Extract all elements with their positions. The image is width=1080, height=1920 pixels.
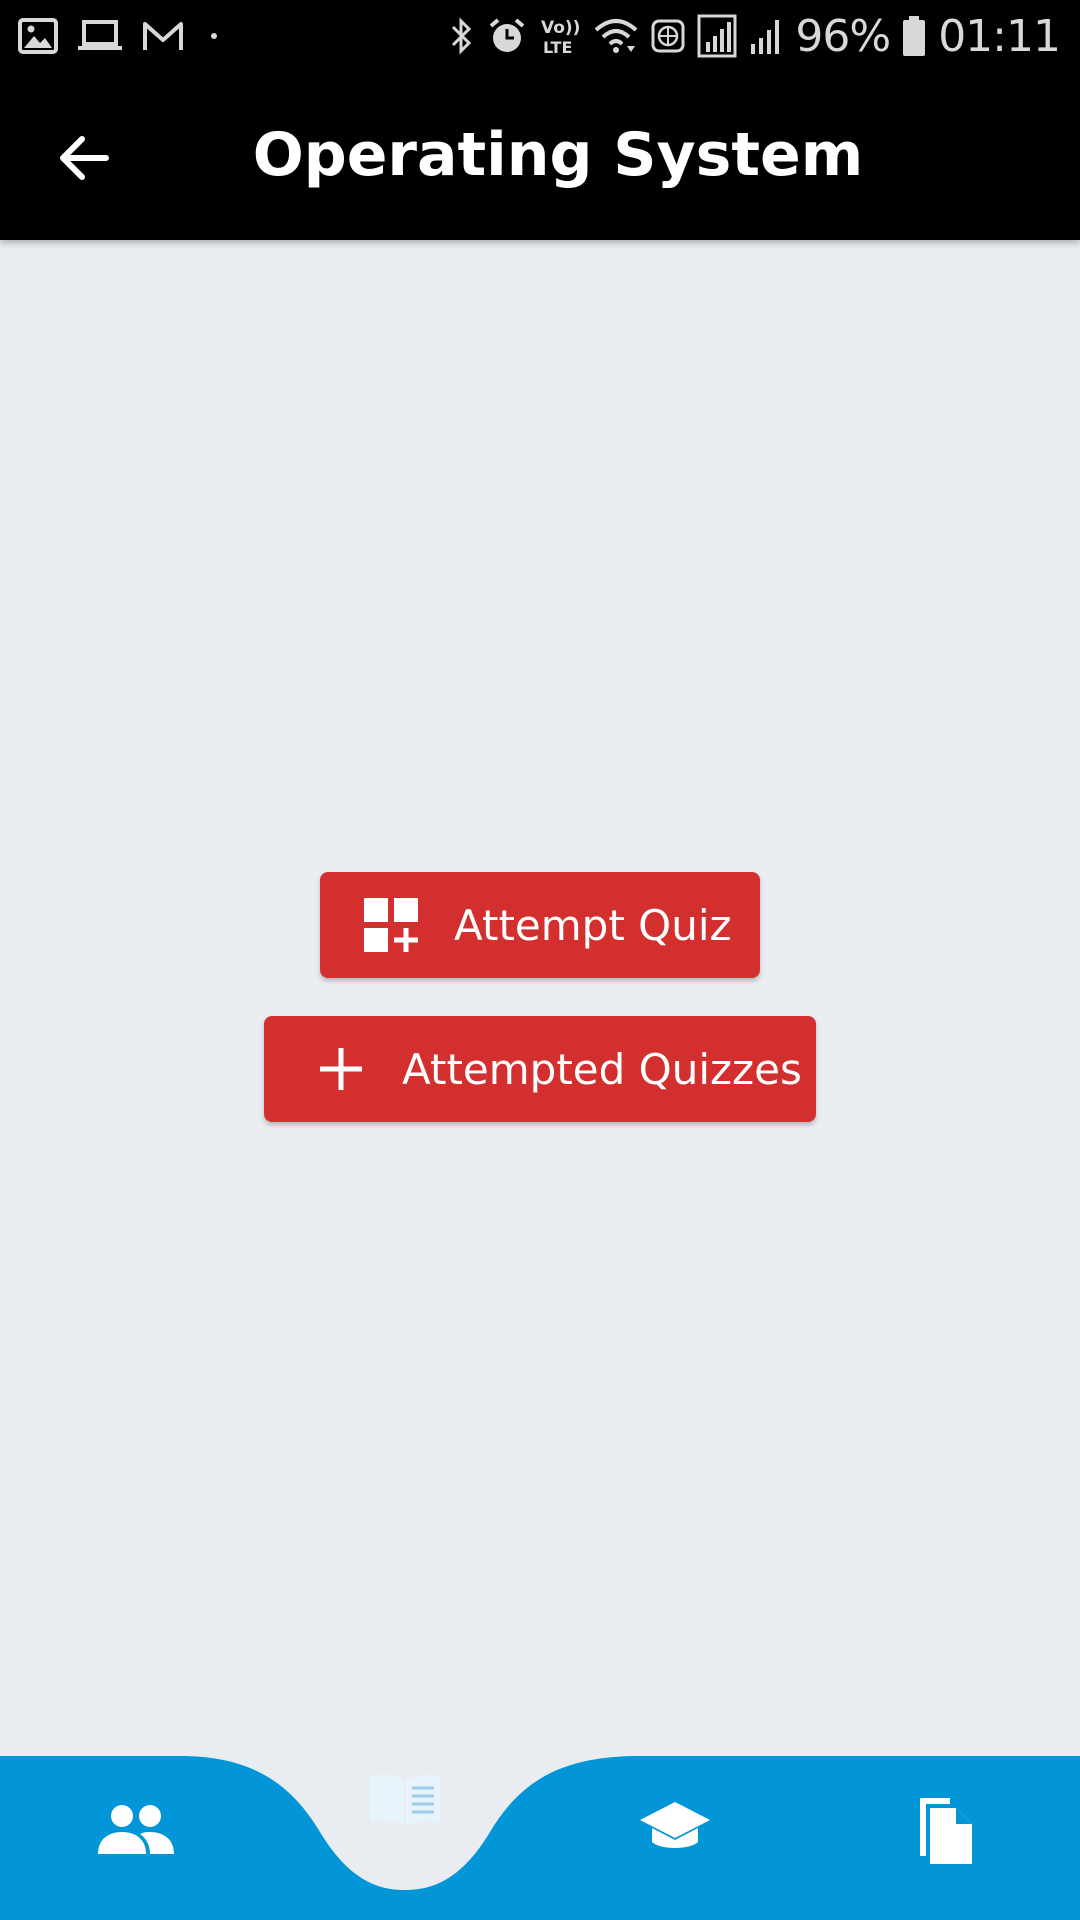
page-title: Operating System <box>252 120 864 190</box>
dashboard-add-icon <box>364 896 422 954</box>
alarm-icon <box>490 18 525 52</box>
book-icon <box>370 1774 440 1826</box>
laptop-icon <box>78 20 122 50</box>
attempted-quizzes-button[interactable]: Attempted Quizzes <box>264 1016 816 1122</box>
people-icon <box>98 1805 174 1854</box>
nav-item-documents[interactable] <box>910 1792 976 1868</box>
svg-text:LTE: LTE <box>543 38 572 56</box>
volte-icon: Vo)) LTE <box>541 18 580 56</box>
gmail-icon <box>143 22 183 50</box>
gallery-icon <box>18 18 58 54</box>
signal-sim2-icon <box>751 20 780 54</box>
attempt-quiz-label: Attempt Quiz <box>454 900 732 950</box>
nav-item-book[interactable] <box>368 1772 442 1832</box>
plus-icon <box>312 1040 370 1098</box>
dot-icon <box>211 33 217 39</box>
app-bar: Operating System <box>0 72 1080 240</box>
attempt-quiz-button[interactable]: Attempt Quiz <box>320 872 760 978</box>
battery-icon <box>903 16 926 56</box>
status-left-icons <box>18 14 224 58</box>
svg-text:Vo)): Vo)) <box>541 18 580 38</box>
documents-icon <box>920 1798 972 1864</box>
status-right-icons: Vo)) LTE 96% 01:11 <box>449 10 1061 62</box>
bottom-navigation <box>0 1752 1080 1920</box>
globe-icon <box>651 19 685 53</box>
battery-percent: 96% <box>795 10 891 62</box>
graduation-cap-icon <box>640 1802 710 1848</box>
wifi-icon <box>595 19 638 53</box>
status-bar: Vo)) LTE 96% 01:11 <box>0 0 1080 72</box>
bluetooth-icon <box>452 17 472 55</box>
signal-sim1-icon <box>697 14 737 58</box>
status-time: 01:11 <box>938 10 1061 62</box>
nav-item-people[interactable] <box>96 1802 176 1872</box>
nav-item-education[interactable] <box>638 1800 712 1860</box>
attempted-quizzes-label: Attempted Quizzes <box>402 1044 802 1094</box>
